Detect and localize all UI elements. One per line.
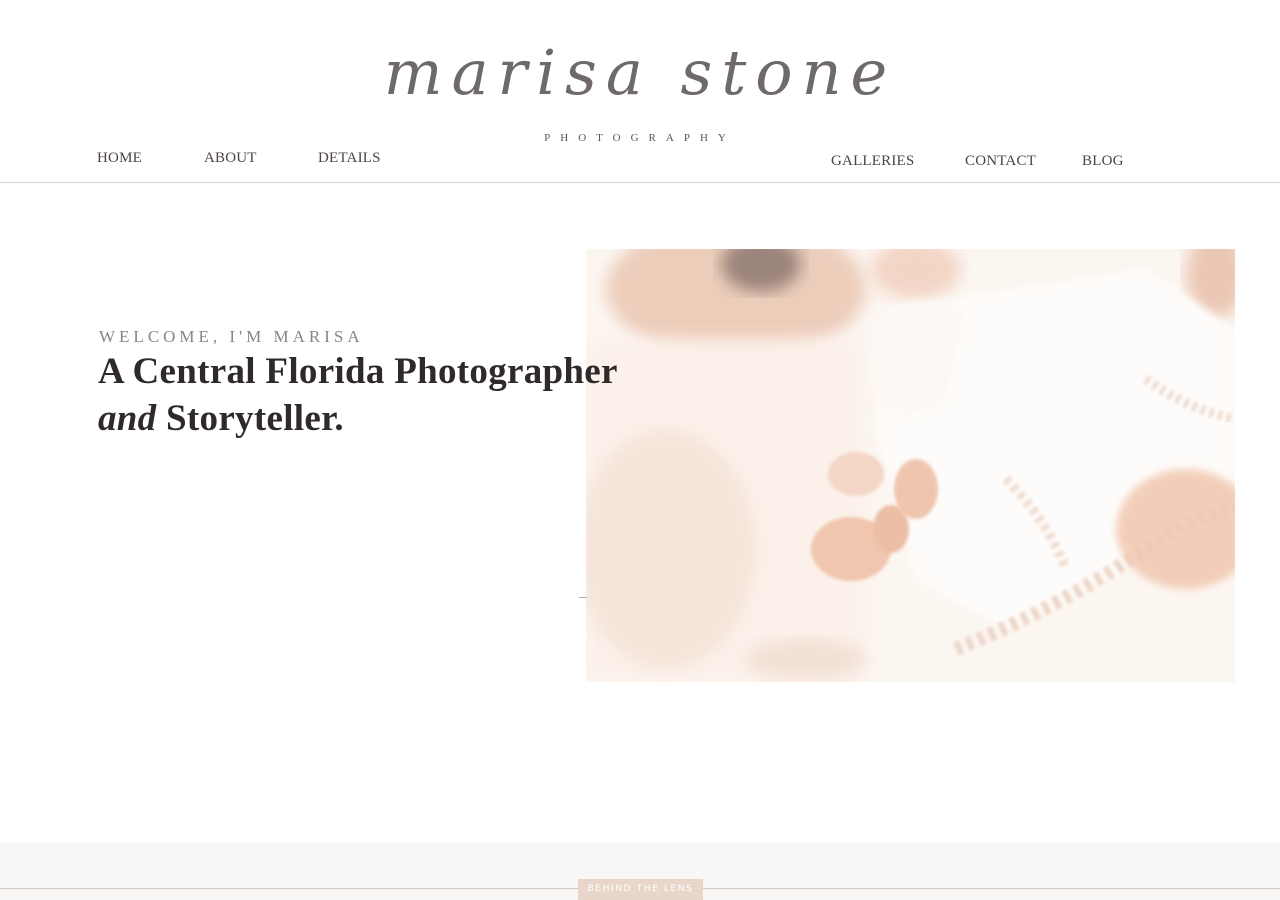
hero-photo-illustration (586, 249, 1235, 682)
logo-subtitle: PHOTOGRAPHY (544, 132, 736, 144)
site-header: marisa stone PHOTOGRAPHY HOME ABOUT DETA… (0, 0, 1280, 183)
nav-link-blog[interactable]: BLOG (1082, 153, 1124, 170)
divider-tick (579, 597, 587, 598)
hero-photo (586, 249, 1235, 682)
logo-script-text: marisa stone (383, 36, 897, 109)
headline-italic-word: and (98, 398, 157, 439)
nav-link-home[interactable]: HOME (97, 150, 142, 167)
hero-headline: A Central Florida Photographer and Story… (98, 348, 618, 442)
nav-link-details[interactable]: DETAILS (318, 150, 381, 167)
site-logo[interactable]: marisa stone PHOTOGRAPHY (380, 20, 900, 155)
nav-link-about[interactable]: ABOUT (204, 150, 257, 167)
headline-line-1: A Central Florida Photographer (98, 351, 618, 392)
headline-line-2-rest: Storyteller. (156, 398, 344, 439)
behind-the-lens-tag: BEHIND THE LENS (578, 879, 703, 900)
nav-link-contact[interactable]: CONTACT (965, 153, 1036, 170)
headline-line-2: and Storyteller. (98, 395, 618, 442)
nav-link-galleries[interactable]: GALLERIES (831, 153, 914, 170)
hero-eyebrow: WELCOME, I'M MARISA (99, 327, 364, 346)
